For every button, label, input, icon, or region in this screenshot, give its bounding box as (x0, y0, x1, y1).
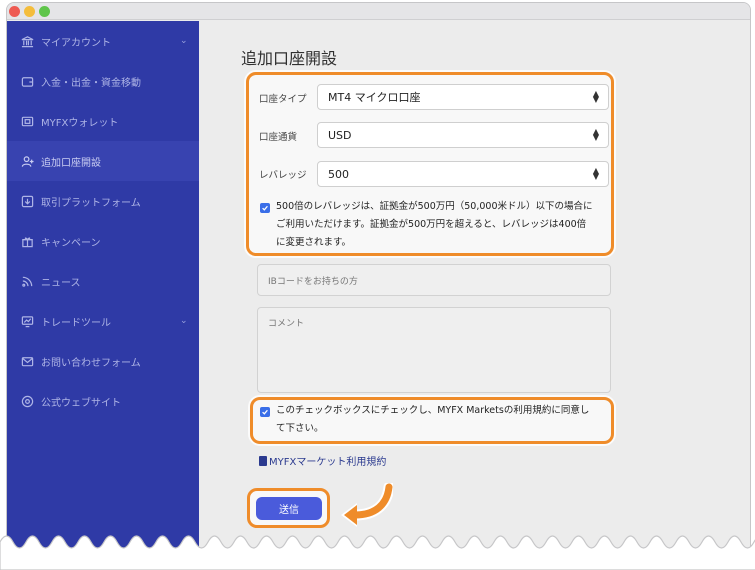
gift-icon (21, 235, 34, 248)
sidebar-item-label: MYFXウォレット (41, 117, 119, 129)
close-window-button[interactable] (9, 6, 20, 17)
main-content: 追加口座開設 口座タイプ MT4 マイクロ口座 ▲ ▼ 口座通貨 USD ▲ ▼ レ… (199, 21, 750, 567)
pdf-icon (259, 455, 267, 466)
account-type-label: 口座タイプ (259, 94, 307, 105)
leverage-note-line: 500倍のレバレッジは、証拠金が500万円（50,000米ドル）以下の場合に (276, 201, 593, 212)
ib-code-input[interactable]: IBコードをお持ちの方 (257, 264, 611, 296)
comment-placeholder: コメント (268, 319, 305, 329)
app-window: マイアカウント ⌄ 入金・出金・資金移動 MYFXウォレット 追加口座開設 取引… (6, 2, 751, 568)
sidebar: マイアカウント ⌄ 入金・出金・資金移動 MYFXウォレット 追加口座開設 取引… (7, 21, 199, 567)
terms-link-label: MYFXマーケット利用規約 (269, 457, 387, 468)
currency-label: 口座通貨 (259, 132, 298, 143)
chevron-down-icon: ⌄ (180, 316, 188, 326)
currency-value: USD (328, 128, 352, 142)
chevron-down-icon: ⌄ (180, 36, 188, 46)
sidebar-item-trading-platform[interactable]: 取引プラットフォーム (7, 181, 199, 221)
currency-select[interactable]: USD ▲ ▼ (317, 122, 609, 148)
sidebar-item-deposit-withdraw[interactable]: 入金・出金・資金移動 (7, 61, 199, 101)
select-arrows-icon: ▲ ▼ (592, 89, 599, 104)
terms-agreement-line: このチェックボックスにチェックし、MYFX Marketsの利用規約に同意し (276, 405, 590, 416)
download-icon (21, 195, 34, 208)
select-arrows-icon: ▲ ▼ (592, 166, 599, 181)
title-bar (7, 3, 750, 20)
chart-icon (21, 315, 34, 328)
globe-icon (21, 395, 34, 408)
rss-icon (21, 275, 34, 288)
sidebar-item-label: キャンペーン (41, 237, 101, 249)
sidebar-item-label: 入金・出金・資金移動 (41, 77, 141, 89)
sidebar-item-label: 公式ウェブサイト (41, 397, 121, 409)
sidebar-item-myfx-wallet[interactable]: MYFXウォレット (7, 101, 199, 141)
leverage-note-line: に変更されます。 (276, 237, 352, 248)
wavy-edge (0, 535, 755, 570)
sidebar-item-trade-tools[interactable]: トレードツール ⌄ (7, 301, 199, 341)
sidebar-item-news[interactable]: ニュース (7, 261, 199, 301)
leverage-note-line: ご利用いただけます。証拠金が500万円を超えると、レバレッジは400倍 (276, 219, 587, 230)
sidebar-item-label: 追加口座開設 (41, 157, 101, 169)
terms-link[interactable]: MYFXマーケット利用規約 (259, 453, 386, 468)
leverage-note-checkbox[interactable] (260, 203, 270, 213)
sidebar-item-label: お問い合わせフォーム (41, 357, 141, 369)
ib-code-placeholder: IBコードをお持ちの方 (268, 277, 358, 287)
leverage-note: 500倍のレバレッジは、証拠金が500万円（50,000米ドル）以下の場合に ご… (276, 198, 593, 252)
maximize-window-button[interactable] (39, 6, 50, 17)
leverage-label: レバレッジ (259, 170, 307, 181)
wallet-icon (21, 75, 34, 88)
sidebar-item-label: ニュース (41, 277, 81, 289)
terms-agreement-text: このチェックボックスにチェックし、MYFX Marketsの利用規約に同意し て… (276, 402, 589, 438)
card-icon (21, 115, 34, 128)
sidebar-item-official-website[interactable]: 公式ウェブサイト (7, 381, 199, 421)
leverage-value: 500 (328, 167, 349, 181)
sidebar-item-campaign[interactable]: キャンペーン (7, 221, 199, 261)
sidebar-item-contact-form[interactable]: お問い合わせフォーム (7, 341, 199, 381)
mail-icon (21, 355, 34, 368)
add-user-icon (21, 155, 34, 168)
sidebar-item-label: 取引プラットフォーム (41, 197, 141, 209)
page-title: 追加口座開設 (241, 49, 338, 68)
account-type-select[interactable]: MT4 マイクロ口座 ▲ ▼ (317, 84, 609, 110)
minimize-window-button[interactable] (24, 6, 35, 17)
select-arrows-icon: ▲ ▼ (592, 127, 599, 142)
leverage-select[interactable]: 500 ▲ ▼ (317, 161, 609, 187)
check-icon (262, 409, 268, 415)
sidebar-item-my-account[interactable]: マイアカウント ⌄ (7, 21, 199, 61)
sidebar-item-additional-account[interactable]: 追加口座開設 (7, 141, 199, 181)
bank-icon (21, 35, 34, 48)
terms-agreement-checkbox[interactable] (260, 407, 270, 417)
sidebar-item-label: トレードツール (41, 317, 111, 329)
terms-agreement-line: て下さい。 (276, 423, 324, 434)
comment-textarea[interactable]: コメント (257, 307, 611, 393)
sidebar-item-label: マイアカウント (41, 37, 111, 49)
submit-button[interactable]: 送信 (256, 497, 322, 520)
account-type-value: MT4 マイクロ口座 (328, 91, 421, 104)
check-icon (262, 205, 268, 211)
